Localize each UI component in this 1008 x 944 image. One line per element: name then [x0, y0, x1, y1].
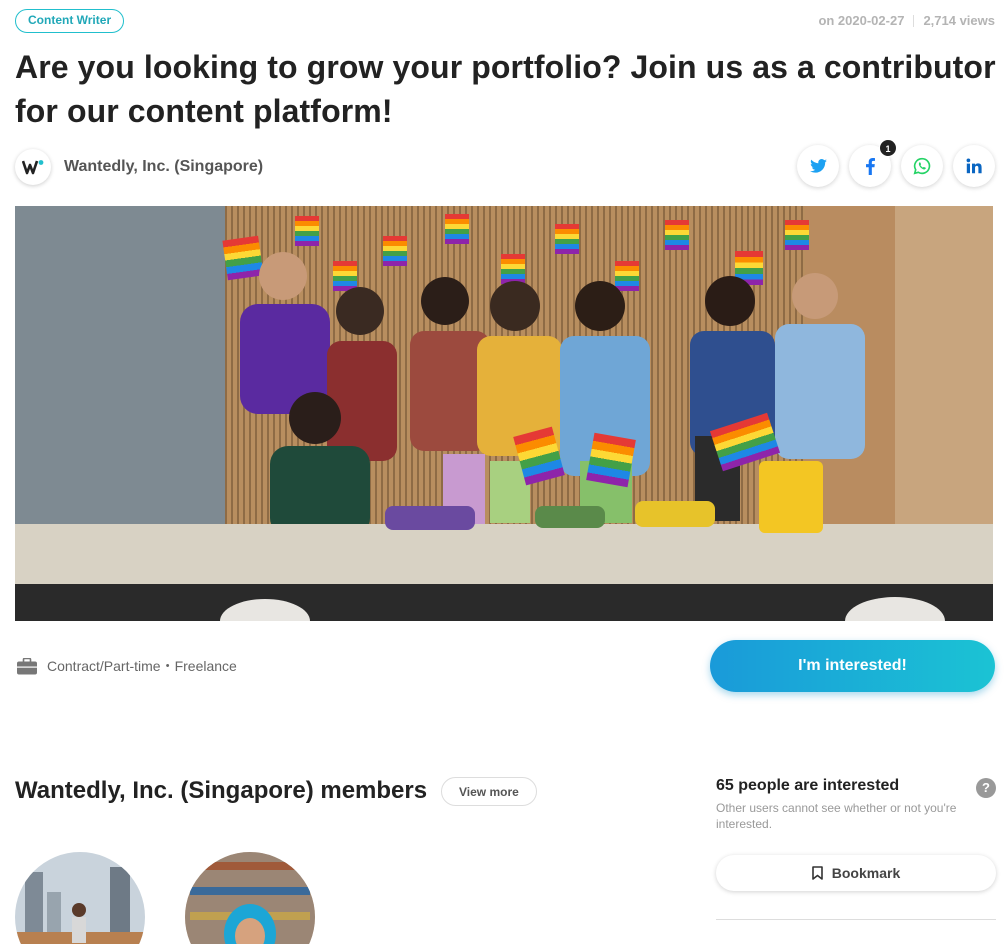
linkedin-share-button[interactable] — [953, 145, 995, 187]
page-title: Are you looking to grow your portfolio? … — [15, 49, 996, 129]
wantedly-logo-icon — [15, 149, 51, 185]
bookmark-button[interactable]: Bookmark — [716, 855, 996, 891]
members-section-title: Wantedly, Inc. (Singapore) members — [15, 777, 428, 804]
member-avatar[interactable] — [185, 852, 315, 944]
post-meta: on 2020-02-27 2,714 views — [818, 13, 995, 28]
role-badge[interactable]: Content Writer — [15, 9, 125, 33]
twitter-icon — [809, 159, 827, 173]
interested-count: 65 people are interested — [716, 777, 900, 794]
employment-type-label: Contract/Part-time・Freelance — [47, 658, 237, 674]
linkedin-icon — [966, 158, 982, 174]
top-bar: Content Writer on 2020-02-27 2,714 views — [15, 9, 995, 33]
view-count: 2,714 views — [923, 13, 995, 28]
interest-privacy-note: Other users cannot see whether or not yo… — [716, 801, 957, 831]
member-avatar[interactable] — [15, 852, 145, 944]
facebook-icon — [865, 157, 875, 175]
bookmark-icon — [811, 866, 823, 880]
company-name: Wantedly, Inc. (Singapore) — [64, 158, 264, 175]
employment-type: Contract/Part-time・Freelance — [17, 656, 237, 676]
help-icon[interactable]: ? — [976, 778, 996, 798]
whatsapp-icon — [913, 157, 931, 175]
company-link[interactable]: Wantedly, Inc. (Singapore) — [15, 149, 263, 185]
facebook-share-count: 1 — [879, 139, 897, 157]
view-more-button[interactable]: View more — [441, 777, 537, 806]
twitter-share-button[interactable] — [797, 145, 839, 187]
briefcase-icon — [17, 657, 37, 674]
bookmark-label: Bookmark — [831, 865, 901, 881]
interest-panel: 65 people are interested Other users can… — [716, 777, 996, 832]
meta-divider — [913, 14, 915, 27]
section-divider — [716, 919, 996, 920]
whatsapp-share-button[interactable] — [901, 145, 943, 187]
hero-image — [15, 206, 993, 621]
im-interested-button[interactable]: I'm interested! — [710, 640, 995, 692]
posted-date: on 2020-02-27 — [818, 13, 905, 28]
